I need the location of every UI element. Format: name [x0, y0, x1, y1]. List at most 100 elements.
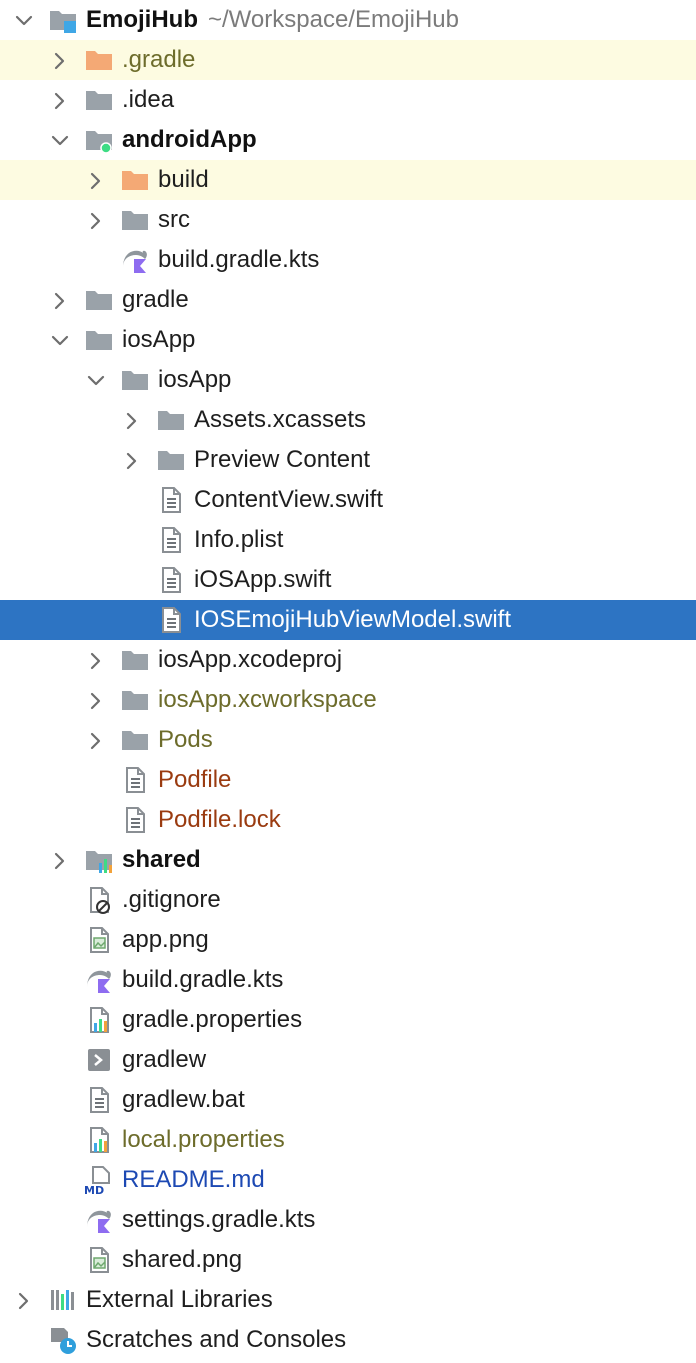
tree-row[interactable]: androidApp [0, 120, 696, 160]
tree-item-label: iosApp.xcodeproj [158, 646, 343, 673]
folder-icon [84, 325, 114, 355]
chevron-right-icon[interactable] [50, 90, 70, 110]
chevron-down-icon[interactable] [50, 130, 70, 150]
tree-row[interactable]: app.png [0, 920, 696, 960]
tree-item-label: README.md [122, 1166, 265, 1193]
tree-row[interactable]: MD README.md [0, 1160, 696, 1200]
tree-row[interactable]: Assets.xcassets [0, 400, 696, 440]
tree-row[interactable]: gradlew [0, 1040, 696, 1080]
tree-row[interactable]: iosApp [0, 360, 696, 400]
tree-row[interactable]: EmojiHub ~/Workspace/EmojiHub [0, 0, 696, 40]
tree-item-label: Pods [158, 726, 213, 753]
project-tree: EmojiHub ~/Workspace/EmojiHub .gradle .idea… [0, 0, 696, 1360]
tree-item-label: iosApp.xcworkspace [158, 686, 377, 713]
tree-row[interactable]: .gitignore [0, 880, 696, 920]
tree-item-label: gradle [122, 286, 189, 313]
text-file-icon [120, 805, 150, 835]
folder-icon [120, 365, 150, 395]
chevron-right-icon[interactable] [86, 690, 106, 710]
text-file-icon [156, 525, 186, 555]
image-file-icon [84, 925, 114, 955]
tree-row[interactable]: Preview Content [0, 440, 696, 480]
tree-row[interactable]: local.properties [0, 1120, 696, 1160]
libraries-icon [48, 1285, 78, 1315]
properties-file-icon [84, 1005, 114, 1035]
chevron-right-icon[interactable] [50, 850, 70, 870]
chevron-right-icon[interactable] [86, 210, 106, 230]
folder-icon [84, 85, 114, 115]
chevron-right-icon[interactable] [122, 410, 142, 430]
tree-row[interactable]: Podfile.lock [0, 800, 696, 840]
tree-row[interactable]: iosApp [0, 320, 696, 360]
tree-row[interactable]: iosApp.xcworkspace [0, 680, 696, 720]
tree-row[interactable]: .gradle [0, 40, 696, 80]
shared-module-folder-icon [84, 845, 114, 875]
tree-row[interactable]: build.gradle.kts [0, 240, 696, 280]
chevron-right-icon[interactable] [14, 1290, 34, 1310]
tree-item-label: build.gradle.kts [122, 966, 284, 993]
svg-text:MD: MD [84, 1184, 104, 1195]
properties-file-icon [84, 1125, 114, 1155]
tree-item-label: ContentView.swift [194, 486, 383, 513]
tree-item-label: Assets.xcassets [194, 406, 367, 433]
chevron-right-icon[interactable] [86, 170, 106, 190]
tree-item-label: Info.plist [194, 526, 284, 553]
gradle-kotlin-icon [84, 1205, 114, 1235]
text-file-icon [156, 485, 186, 515]
tree-row[interactable]: shared.png [0, 1240, 696, 1280]
scratches-icon [48, 1325, 78, 1355]
chevron-down-icon[interactable] [86, 370, 106, 390]
ignore-file-icon [84, 885, 114, 915]
tree-item-label: iOSApp.swift [194, 566, 332, 593]
tree-item-label: Podfile.lock [158, 806, 281, 833]
chevron-right-icon[interactable] [122, 450, 142, 470]
text-file-icon [156, 565, 186, 595]
tree-row[interactable]: gradlew.bat [0, 1080, 696, 1120]
tree-row[interactable]: gradle.properties [0, 1000, 696, 1040]
tree-row[interactable]: build.gradle.kts [0, 960, 696, 1000]
gradle-kotlin-icon [120, 245, 150, 275]
folder-icon [156, 445, 186, 475]
excluded-folder-icon [84, 45, 114, 75]
chevron-right-icon[interactable] [86, 650, 106, 670]
tree-row[interactable]: build [0, 160, 696, 200]
tree-item-label: iosApp [158, 366, 232, 393]
shell-script-icon [84, 1045, 114, 1075]
tree-row[interactable]: Info.plist [0, 520, 696, 560]
tree-item-label: Preview Content [194, 446, 371, 473]
tree-row[interactable]: .idea [0, 80, 696, 120]
tree-row[interactable]: shared [0, 840, 696, 880]
tree-row[interactable]: External Libraries [0, 1280, 696, 1320]
chevron-right-icon[interactable] [86, 730, 106, 750]
chevron-right-icon[interactable] [50, 290, 70, 310]
folder-icon [84, 285, 114, 315]
tree-item-label: iosApp [122, 326, 196, 353]
tree-row[interactable]: IOSEmojiHubViewModel.swift [0, 600, 696, 640]
tree-item-label: gradlew.bat [122, 1086, 245, 1113]
chevron-down-icon[interactable] [14, 10, 34, 30]
tree-row[interactable]: iOSApp.swift [0, 560, 696, 600]
image-file-icon [84, 1245, 114, 1275]
tree-row[interactable]: Pods [0, 720, 696, 760]
tree-row[interactable]: Podfile [0, 760, 696, 800]
tree-item-label: src [158, 206, 190, 233]
chevron-right-icon[interactable] [50, 50, 70, 70]
tree-row[interactable]: src [0, 200, 696, 240]
tree-item-label: .gradle [122, 46, 196, 73]
chevron-down-icon[interactable] [50, 330, 70, 350]
tree-row[interactable]: iosApp.xcodeproj [0, 640, 696, 680]
tree-row[interactable]: gradle [0, 280, 696, 320]
tree-item-label: External Libraries [86, 1286, 273, 1313]
folder-icon [120, 205, 150, 235]
tree-item-label: shared [122, 846, 201, 873]
folder-icon [120, 725, 150, 755]
tree-row[interactable]: settings.gradle.kts [0, 1200, 696, 1240]
folder-icon [120, 645, 150, 675]
tree-item-label: build.gradle.kts [158, 246, 320, 273]
tree-item-label: .idea [122, 86, 175, 113]
folder-icon [156, 405, 186, 435]
tree-item-label: IOSEmojiHubViewModel.swift [194, 606, 512, 633]
text-file-icon [84, 1085, 114, 1115]
tree-row[interactable]: Scratches and Consoles [0, 1320, 696, 1360]
tree-row[interactable]: ContentView.swift [0, 480, 696, 520]
